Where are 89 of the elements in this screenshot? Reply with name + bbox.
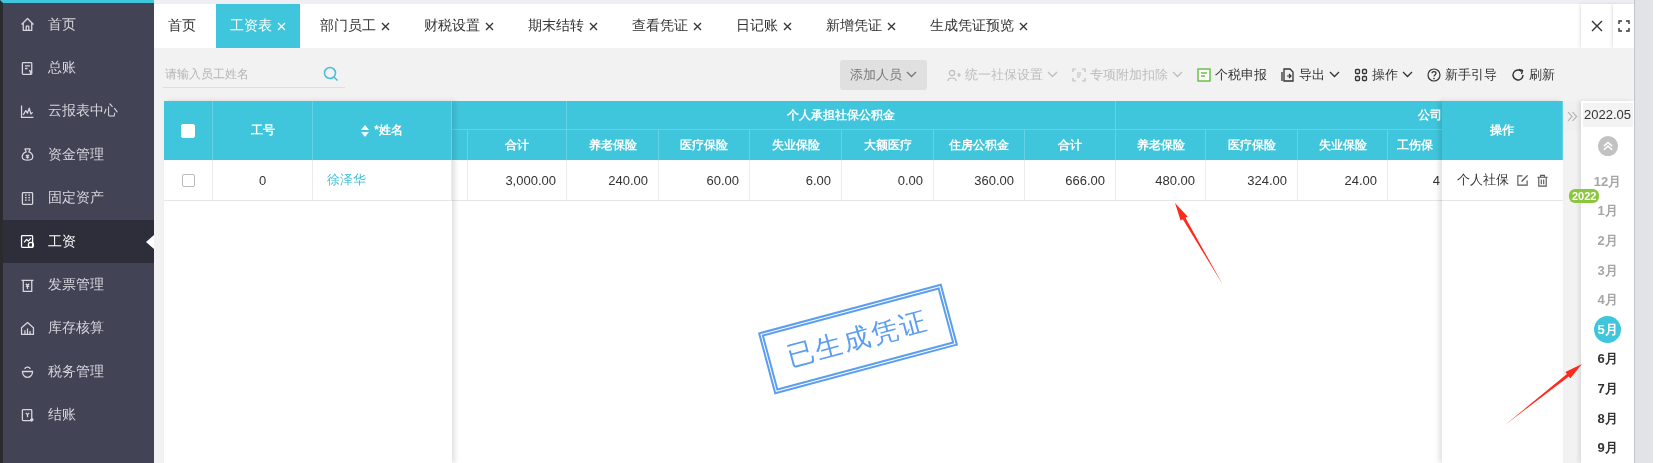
close-icon[interactable] [693, 21, 702, 31]
column-header: 合计 [468, 130, 567, 160]
export-icon [1281, 67, 1295, 82]
column-header: 养老保险 [1116, 130, 1206, 160]
tab[interactable]: 新增凭证 [812, 4, 910, 48]
trash-icon[interactable] [1535, 173, 1549, 187]
tab[interactable]: 查看凭证 [618, 4, 716, 48]
tax-bowl-icon [19, 363, 36, 381]
help-icon [1427, 67, 1441, 82]
sidebar-item[interactable]: 总账 [3, 46, 154, 90]
caret-icon [1329, 71, 1340, 78]
sidebar-item[interactable]: 库存核算 [3, 306, 154, 351]
table-cell: 360.00 [934, 160, 1025, 200]
caret-icon [1047, 71, 1058, 78]
building-icon [19, 189, 36, 207]
table-cell: 666.00 [1025, 160, 1116, 200]
edit-icon[interactable] [1515, 173, 1529, 187]
tab[interactable]: 生成凭证预览 [916, 4, 1042, 48]
sidebar-item[interactable]: 固定资产 [3, 176, 154, 220]
column-header: 合计 [1025, 130, 1116, 160]
close-icon[interactable] [485, 21, 494, 31]
sidebar-item[interactable]: 税务管理 [3, 350, 154, 394]
month-item[interactable]: 8月 [1597, 409, 1618, 428]
sidebar-item[interactable]: 工资 [3, 219, 154, 264]
warehouse-icon [19, 319, 36, 337]
column-header: 失业保险 [1298, 130, 1388, 160]
year-badge: 2022 [1569, 188, 1600, 203]
double-chevron-icon [1566, 110, 1578, 122]
fullscreen-button[interactable] [1613, 4, 1634, 48]
sidebar-item[interactable]: 首页 [3, 3, 154, 47]
toolbar-button[interactable]: 导出 [1281, 65, 1340, 84]
column-header: 医疗保险 [659, 130, 750, 160]
table-cell: 240.00 [567, 160, 659, 200]
column-header: 大额医疗 [842, 130, 934, 160]
form-icon [1197, 67, 1211, 82]
close-icon[interactable] [887, 21, 896, 31]
table-cell: 3,000.00 [468, 160, 567, 200]
column-header: 养老保险 [567, 130, 659, 160]
table-cell: 个人社保 [1456, 171, 1509, 189]
table-cell: 0 [213, 160, 313, 200]
toolbar-button[interactable]: 刷新 [1511, 65, 1555, 84]
close-icon [1591, 20, 1603, 32]
tab[interactable]: 财税设置 [410, 4, 508, 48]
month-item[interactable]: 7月 [1597, 380, 1618, 398]
table-cell: 324.00 [1206, 160, 1298, 200]
person-icon [947, 67, 961, 82]
checkout-icon [19, 406, 36, 424]
sidebar-item[interactable]: 资金管理 [3, 133, 154, 177]
table-cell: 0.00 [842, 160, 934, 200]
fullscreen-icon [1617, 20, 1630, 32]
toolbar-button[interactable]: 新手引导 [1427, 65, 1497, 84]
generated-voucher-stamp: 已生成凭证 [757, 283, 959, 395]
caret-icon [906, 71, 917, 78]
sidebar-item[interactable]: 云报表中心 [3, 89, 154, 134]
sidebar-item[interactable]: 结账 [3, 393, 154, 437]
column-header: 工号 [213, 101, 313, 160]
table-cell: 24.00 [1298, 160, 1388, 200]
refresh-icon [1511, 67, 1525, 82]
table-cell: 60.00 [659, 160, 750, 200]
grid-icon [1354, 67, 1368, 82]
month-item[interactable]: 6月 [1597, 350, 1618, 369]
current-period: 2022.05 [1582, 103, 1633, 127]
tab[interactable]: 部门员工 [306, 4, 404, 48]
column-header: 失业保险 [750, 130, 842, 160]
close-icon[interactable] [589, 21, 598, 31]
column-header: 住房公积金 [934, 130, 1025, 160]
table-cell: 480.00 [1116, 160, 1206, 200]
close-icon[interactable] [783, 21, 792, 31]
toolbar-button[interactable]: 个税申报 [1197, 65, 1267, 84]
tab[interactable]: 日记账 [722, 4, 806, 48]
month-item[interactable]: 9月 [1597, 439, 1618, 458]
scrollbar[interactable] [1634, 0, 1653, 463]
tab[interactable]: 首页 [154, 4, 210, 48]
caret-icon [1402, 71, 1413, 78]
close-icon[interactable] [1019, 21, 1028, 31]
search-icon [323, 66, 339, 82]
checkbox[interactable] [181, 173, 195, 187]
tab[interactable]: 期末结转 [514, 4, 612, 48]
close-all-button[interactable] [1581, 4, 1613, 48]
column-header: 医疗保险 [1206, 130, 1298, 160]
close-icon[interactable] [381, 21, 390, 31]
sidebar-item[interactable]: 发票管理 [3, 263, 154, 307]
home-icon [19, 16, 36, 34]
payroll-icon [19, 233, 36, 251]
money-bag-icon [19, 146, 36, 164]
caret-icon [1172, 71, 1183, 78]
scan-icon [1072, 67, 1086, 82]
table-cell: 6.00 [750, 160, 842, 200]
toolbar-button[interactable]: 操作 [1354, 65, 1413, 84]
